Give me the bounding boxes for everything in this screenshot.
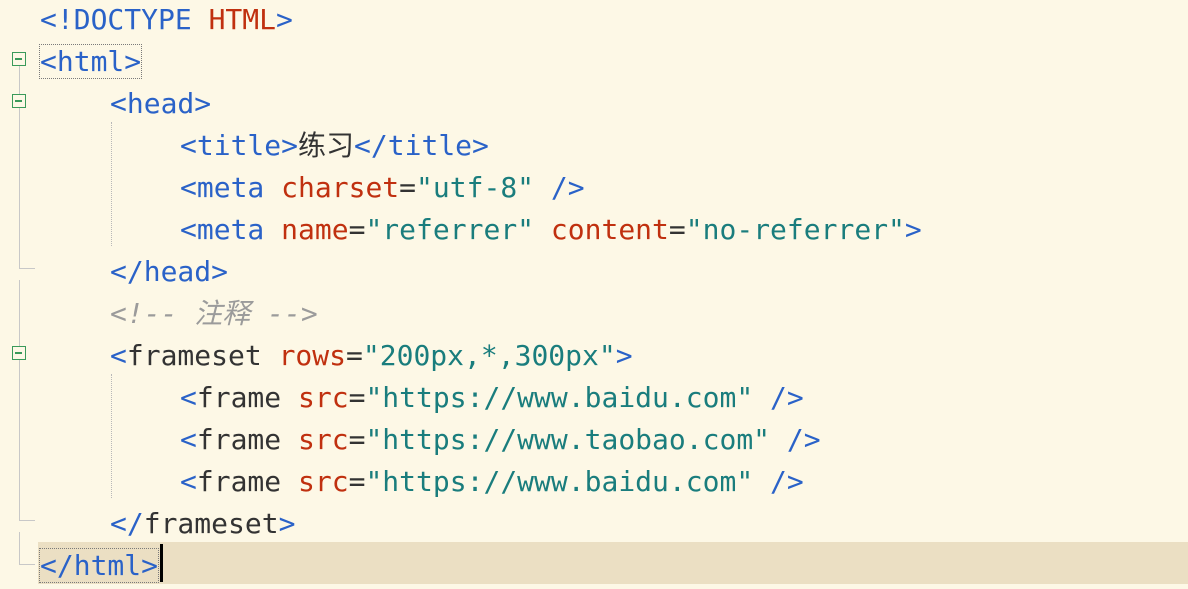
token-attr: charset	[281, 171, 400, 204]
token-cmt: <!-- 注释 -->	[110, 297, 318, 330]
code-line-content: </html>	[38, 545, 160, 587]
code-line[interactable]: <frameset rows="200px,*,300px">	[0, 335, 1188, 377]
token-plain-name: frame	[196, 423, 282, 456]
token-eq: =	[348, 213, 366, 246]
token-attr: name	[281, 213, 349, 246]
token-tag: <html>	[38, 44, 143, 79]
token-tag	[262, 339, 279, 372]
token-tag: />	[534, 171, 585, 204]
code-line[interactable]: </html>	[0, 545, 1188, 587]
code-line[interactable]: <head>	[0, 83, 1188, 125]
token-tag	[281, 381, 298, 414]
token-attr: rows	[278, 339, 347, 372]
token-tag: >	[904, 213, 922, 246]
token-tag: <meta	[180, 213, 282, 246]
token-tag: >	[615, 339, 633, 372]
code-line[interactable]: <title>练习</title>	[0, 125, 1188, 167]
code-line-content: <head>	[110, 83, 211, 125]
token-tag: </head>	[110, 255, 229, 288]
token-tag: >	[276, 3, 293, 36]
token-tag	[281, 423, 298, 456]
code-editor[interactable]: <!DOCTYPE HTML> <html> <head> <title>练习</ti…	[0, 0, 1188, 589]
token-attr: src	[298, 423, 349, 456]
code-line-content: <!-- 注释 -->	[110, 293, 318, 335]
code-line-content: <html>	[38, 41, 143, 83]
token-plain-name: frameset	[126, 339, 262, 372]
code-line[interactable]: <html>	[0, 41, 1188, 83]
token-attr: src	[298, 465, 349, 498]
token-tag: <	[110, 339, 127, 372]
code-line-content: <meta name="referrer" content="no-referr…	[180, 209, 922, 251]
token-str: "utf-8"	[416, 171, 535, 204]
token-doctype-kw: HTML	[208, 3, 277, 36]
token-tag: <head>	[110, 87, 212, 120]
token-str: "https://www.baidu.com"	[365, 465, 754, 498]
code-line[interactable]: <frame src="https://www.taobao.com" />	[0, 419, 1188, 461]
code-line-content: <meta charset="utf-8" />	[180, 167, 585, 209]
token-str: "200px,*,300px"	[362, 339, 616, 372]
code-line[interactable]: <frame src="https://www.baidu.com" />	[0, 461, 1188, 503]
code-line-content: </head>	[110, 251, 228, 293]
token-plain-name: frame	[196, 465, 282, 498]
token-plain-name: frameset	[143, 507, 279, 540]
token-attr: src	[298, 381, 349, 414]
code-line-content: <frame src="https://www.baidu.com" />	[180, 461, 804, 503]
code-line-content: <frame src="https://www.baidu.com" />	[180, 377, 804, 419]
token-eq: =	[348, 465, 366, 498]
token-str: "referrer"	[365, 213, 535, 246]
code-line[interactable]: <meta charset="utf-8" />	[0, 167, 1188, 209]
token-attr: content	[550, 213, 669, 246]
token-tag: <	[180, 381, 197, 414]
token-eq: =	[346, 339, 363, 372]
code-line-content: <frame src="https://www.taobao.com" />	[180, 419, 821, 461]
code-line-content: </frameset>	[110, 503, 295, 545]
token-tag: </	[110, 507, 144, 540]
token-tag: />	[753, 381, 804, 414]
token-tag	[534, 213, 551, 246]
token-eq: =	[348, 423, 366, 456]
code-line[interactable]: </frameset>	[0, 503, 1188, 545]
token-tag: <	[180, 465, 197, 498]
code-line-content: <frameset rows="200px,*,300px">	[110, 335, 633, 377]
token-tag: <	[180, 423, 197, 456]
code-line-content: <!DOCTYPE HTML>	[40, 0, 293, 41]
code-line[interactable]: <!DOCTYPE HTML>	[0, 0, 1188, 41]
token-tag	[281, 465, 298, 498]
code-line[interactable]: </head>	[0, 251, 1188, 293]
code-line[interactable]: <meta name="referrer" content="no-referr…	[0, 209, 1188, 251]
text-cursor	[160, 544, 163, 582]
token-tag: <title>	[180, 129, 299, 162]
token-tag: </html>	[38, 548, 160, 583]
token-plain-name: frame	[196, 381, 282, 414]
token-eq: =	[348, 381, 366, 414]
token-tag: />	[770, 423, 821, 456]
code-line[interactable]: <frame src="https://www.baidu.com" />	[0, 377, 1188, 419]
token-str: "https://www.baidu.com"	[365, 381, 754, 414]
code-line[interactable]: <!-- 注释 -->	[0, 293, 1188, 335]
token-text: 练习	[298, 129, 355, 162]
token-eq: =	[399, 171, 417, 204]
token-tag: <meta	[180, 171, 282, 204]
code-line-content: <title>练习</title>	[180, 125, 489, 167]
token-tag: </title>	[354, 129, 489, 162]
token-tag: />	[753, 465, 804, 498]
token-str: "no-referrer"	[685, 213, 905, 246]
token-eq: =	[668, 213, 686, 246]
token-str: "https://www.taobao.com"	[365, 423, 771, 456]
token-tag: <!DOCTYPE	[40, 3, 209, 36]
token-tag: >	[278, 507, 296, 540]
